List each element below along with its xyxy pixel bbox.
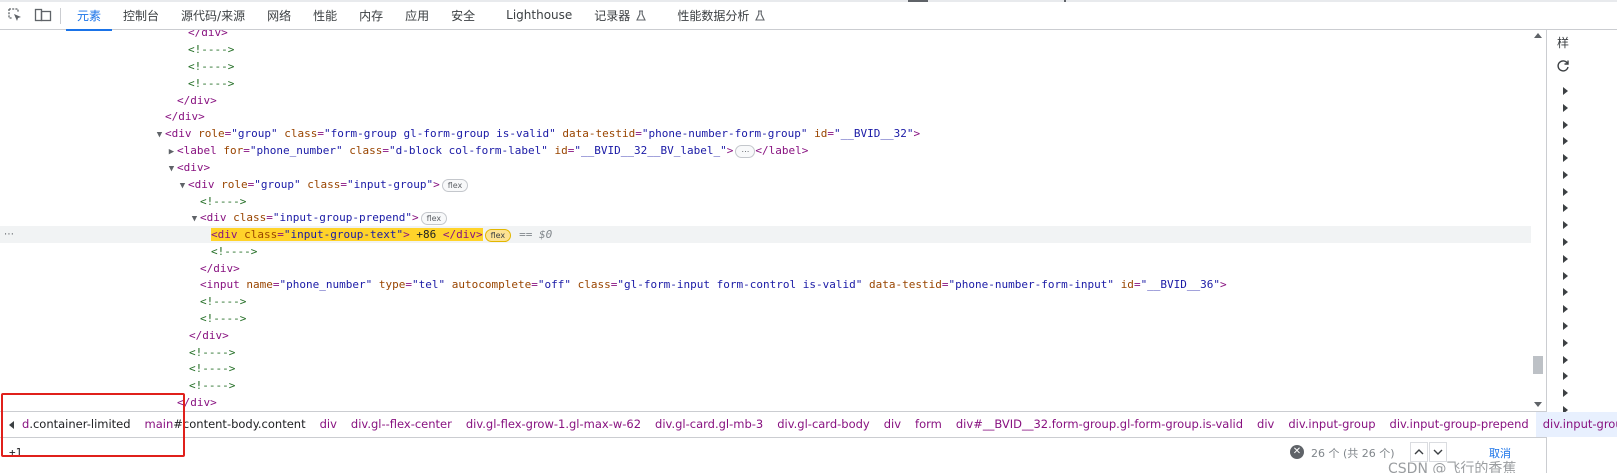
watermark: CSDN @飞行的香蕉 — [1388, 461, 1517, 473]
devtools-tab-bar: 元素 控制台 源代码/来源 网络 性能 内存 应用 安全 Lighthouse … — [0, 0, 1617, 31]
tab-console[interactable]: 控制台 — [112, 0, 170, 30]
match-count: 26 个 (共 26 个) — [1311, 447, 1395, 460]
panel-tabs: 元素 控制台 源代码/来源 网络 性能 内存 应用 安全 Lighthouse … — [66, 0, 776, 31]
breadcrumb-item[interactable]: div#__BVID__32.form-group.gl-form-group.… — [949, 412, 1250, 437]
annotation-box — [1, 393, 185, 457]
scroll-up-icon[interactable] — [1534, 33, 1542, 38]
breadcrumb-item[interactable]: div.gl-flex-grow-1.gl-max-w-62 — [459, 412, 648, 437]
expand-arrow-icon[interactable] — [1563, 238, 1568, 246]
dom-tree: </div> <!----> <!----> <!----> </div> </… — [0, 30, 1531, 411]
expand-arrow-icon[interactable] — [1563, 121, 1568, 129]
styles-pane: 样 — [1546, 30, 1617, 473]
device-toolbar-icon[interactable] — [34, 7, 52, 23]
dom-comment-row[interactable]: <!----> — [0, 360, 1531, 377]
tab-sources[interactable]: 源代码/来源 — [170, 0, 256, 30]
scroll-down-icon[interactable] — [1534, 402, 1542, 407]
breadcrumb-item[interactable]: div.gl--flex-center — [344, 412, 459, 437]
toolbar-divider — [60, 8, 61, 24]
breadcrumb: d.container-limited main#content-body.co… — [0, 411, 1617, 437]
dom-comment-row[interactable]: <!----> — [0, 41, 1531, 58]
tab-memory[interactable]: 内存 — [348, 0, 394, 30]
dom-comment-row[interactable]: <!----> — [0, 193, 1531, 210]
clear-search-icon[interactable]: ✕ — [1290, 445, 1304, 459]
dom-node-row[interactable]: </div> — [0, 260, 1531, 277]
tab-network[interactable]: 网络 — [256, 0, 302, 30]
expand-arrow-icon[interactable] — [1563, 137, 1568, 145]
tab-performance[interactable]: 性能 — [302, 0, 348, 30]
element-picker-icon[interactable] — [6, 7, 24, 23]
expand-arrow-icon[interactable] — [1563, 154, 1568, 162]
breadcrumb-item[interactable]: div.input-group-prepend — [1383, 412, 1536, 437]
tab-recorder[interactable]: 记录器 — [583, 0, 657, 30]
dom-comment-row[interactable]: <!----> — [0, 344, 1531, 361]
expand-arrow-icon[interactable] — [1563, 288, 1568, 296]
selected-node-highlight: <div class="input-group-text"> +86 </div… — [211, 228, 483, 241]
expand-arrow-icon[interactable] — [1563, 322, 1568, 330]
flex-badge[interactable]: flex — [484, 228, 512, 242]
dom-search-bar: +1 ✕ 26 个 (共 26 个) 取消 — [0, 437, 1546, 473]
ellipsis-badge[interactable]: ⋯ — [735, 144, 756, 158]
flask-icon — [636, 9, 647, 21]
dom-tree-scrollbar[interactable] — [1531, 30, 1545, 411]
expand-arrow-icon[interactable] — [1563, 221, 1568, 229]
expand-arrow-icon[interactable] — [1563, 305, 1568, 313]
tab-security[interactable]: 安全 — [440, 0, 486, 30]
dom-node-row[interactable]: </div> — [0, 108, 1531, 125]
breadcrumb-item[interactable]: form — [908, 412, 949, 437]
dom-node-row-selected[interactable]: ⋯ <div class="input-group-text"> +86 </di… — [0, 226, 1531, 243]
breadcrumb-item[interactable]: div.gl-card.gl-mb-3 — [648, 412, 770, 437]
expand-arrow-icon[interactable] — [1563, 87, 1568, 95]
breadcrumb-item[interactable]: div — [313, 412, 344, 437]
dom-comment-row[interactable]: <!----> — [0, 293, 1531, 310]
dom-node-row[interactable]: </div> — [0, 30, 1531, 41]
expand-arrow-icon[interactable] — [1563, 272, 1568, 280]
dom-comment-row[interactable]: <!----> — [0, 58, 1531, 75]
tab-application[interactable]: 应用 — [394, 0, 440, 30]
row-menu-icon[interactable]: ⋯ — [4, 226, 14, 243]
breadcrumb-item[interactable]: div.gl-card-body — [770, 412, 877, 437]
dom-node-row[interactable]: ▼ <div role="group" class="input-group"> f… — [0, 176, 1531, 193]
dom-node-row[interactable]: </div> — [0, 394, 1531, 411]
breadcrumb-item[interactable]: div — [1250, 412, 1281, 437]
expand-arrow-icon[interactable] — [1563, 356, 1568, 364]
expand-arrow-icon[interactable] — [1563, 372, 1568, 380]
flask-icon — [755, 9, 766, 21]
flex-badge[interactable]: flex — [420, 211, 448, 225]
expand-arrow-icon[interactable] — [1563, 339, 1568, 347]
expand-arrow-icon[interactable] — [1563, 255, 1568, 263]
tab-elements[interactable]: 元素 — [66, 0, 113, 31]
dom-node-row[interactable]: ▼ <div role="group" class="form-group gl-… — [0, 125, 1531, 142]
expand-arrow-icon[interactable] — [1563, 204, 1568, 212]
scrollbar-thumb[interactable] — [1533, 356, 1543, 374]
breadcrumb-item-current[interactable]: div.input-group-text — [1535, 412, 1617, 437]
dom-comment-row[interactable]: <!----> — [0, 310, 1531, 327]
flex-badge[interactable]: flex — [441, 178, 469, 192]
dom-node-row[interactable]: <input name="phone_number" type="tel" au… — [0, 276, 1531, 293]
dom-comment-row[interactable]: <!----> — [0, 377, 1531, 394]
tab-styles[interactable]: 样 — [1557, 34, 1569, 51]
breadcrumb-item[interactable]: div.input-group — [1281, 412, 1382, 437]
dom-comment-row[interactable]: <!----> — [0, 75, 1531, 92]
tab-performance-insights[interactable]: 性能数据分析 — [657, 0, 776, 30]
dom-node-row[interactable]: ▶ <label for="phone_number" class="d-bloc… — [0, 142, 1531, 159]
selected-marker: == $0 — [519, 228, 553, 241]
dom-node-row[interactable]: ▼ <div> — [0, 159, 1531, 176]
expand-arrow-icon[interactable] — [1563, 171, 1568, 179]
expand-arrow-icon[interactable] — [1563, 104, 1568, 112]
breadcrumb-item[interactable]: div — [877, 412, 908, 437]
expand-arrow-icon[interactable] — [1563, 389, 1568, 397]
breadcrumb-list: d.container-limited main#content-body.co… — [22, 412, 1617, 437]
dom-node-row[interactable]: </div> — [0, 92, 1531, 109]
dom-comment-row[interactable]: <!----> — [0, 243, 1531, 260]
expand-arrow-icon[interactable] — [1563, 188, 1568, 196]
dom-node-row[interactable]: </div> — [0, 327, 1531, 344]
tab-lighthouse[interactable]: Lighthouse — [486, 0, 583, 30]
refresh-icon[interactable] — [1556, 59, 1570, 76]
dom-node-row[interactable]: ▼ <div class="input-group-prepend"> flex — [0, 209, 1531, 226]
